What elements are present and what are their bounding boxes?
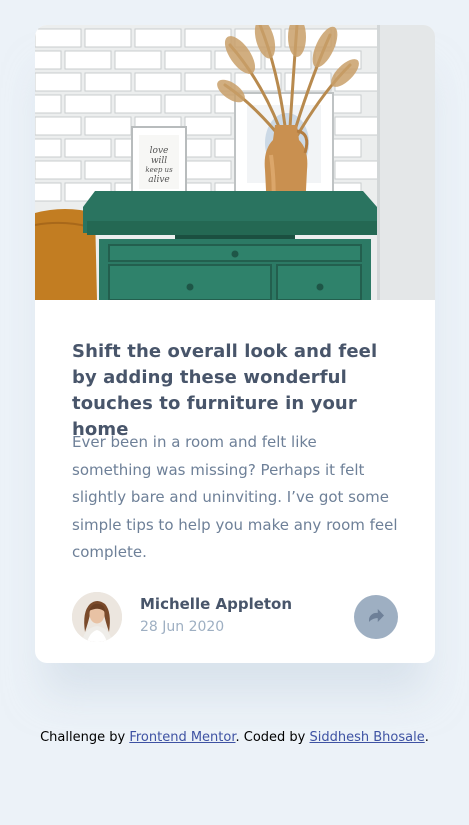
attribution-prefix: Challenge by (40, 730, 126, 745)
author-row: Michelle Appleton 28 Jun 2020 (72, 592, 398, 642)
share-arrow-icon (368, 609, 384, 625)
frontend-mentor-link[interactable]: Frontend Mentor (129, 730, 235, 745)
attribution-suffix: . (424, 730, 429, 745)
svg-text:love: love (150, 146, 169, 156)
share-button[interactable] (354, 595, 398, 639)
author-profile-link[interactable]: Siddhesh Bhosale (310, 730, 425, 745)
attribution-middle: . Coded by (235, 730, 306, 745)
svg-text:will: will (151, 156, 167, 166)
svg-text:alive: alive (148, 175, 170, 185)
post-date: 28 Jun 2020 (140, 619, 225, 635)
author-name: Michelle Appleton (140, 595, 293, 613)
attribution: Challenge by Frontend Mentor. Coded by S… (0, 730, 469, 745)
article-description: Ever been in a room and felt like someth… (72, 433, 398, 561)
svg-text:keep us: keep us (145, 166, 173, 174)
avatar-photo (72, 592, 122, 642)
article-title: Shift the overall look and feel by addin… (72, 341, 378, 440)
drawers-photo: love will keep us alive (35, 25, 435, 300)
article-card: love will keep us alive Shift the overal… (35, 25, 435, 663)
